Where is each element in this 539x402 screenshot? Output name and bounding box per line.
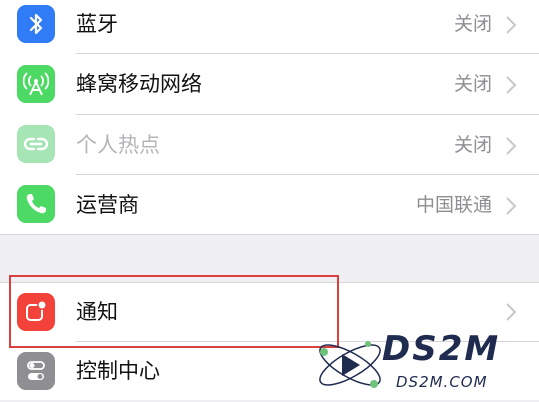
- group-divider: [0, 234, 539, 235]
- hotspot-link-icon: [17, 125, 55, 163]
- settings-row-personal-hotspot: 个人热点 关闭: [0, 115, 539, 175]
- control-center-label: 控制中心: [76, 359, 160, 383]
- phone-icon: [17, 185, 55, 223]
- watermark-title: DS2M: [382, 329, 501, 369]
- bluetooth-value: 关闭: [453, 13, 492, 35]
- cellular-antenna-icon: [17, 65, 55, 103]
- highlight-box: [9, 275, 339, 348]
- carrier-value: 中国联通: [415, 194, 492, 216]
- bluetooth-label: 蓝牙: [76, 12, 118, 36]
- watermark-url: DS2M.COM: [396, 373, 488, 391]
- chevron-right-icon: [506, 303, 517, 321]
- cellular-label: 蜂窝移动网络: [76, 72, 202, 96]
- personal-hotspot-value: 关闭: [453, 134, 492, 156]
- bluetooth-icon: [17, 5, 55, 43]
- settings-row-carrier[interactable]: 运营商 中国联通: [0, 175, 539, 235]
- chevron-right-icon: [506, 76, 517, 94]
- watermark: DS2M DS2M.COM: [310, 330, 539, 400]
- settings-row-cellular[interactable]: 蜂窝移动网络 关闭: [0, 54, 539, 114]
- chevron-right-icon: [506, 16, 517, 34]
- carrier-label: 运营商: [76, 193, 139, 217]
- cellular-value: 关闭: [453, 73, 492, 95]
- atom-logo-icon: [319, 341, 381, 388]
- personal-hotspot-label: 个人热点: [76, 133, 160, 157]
- chevron-right-icon: [506, 197, 517, 215]
- settings-group-connectivity: 蓝牙 关闭 蜂窝移动网络 关闭 个人热点 关闭 运营商 中国联通: [0, 0, 539, 234]
- chevron-right-icon: [506, 137, 517, 155]
- control-center-icon: [17, 352, 55, 390]
- settings-row-bluetooth[interactable]: 蓝牙 关闭: [0, 0, 539, 54]
